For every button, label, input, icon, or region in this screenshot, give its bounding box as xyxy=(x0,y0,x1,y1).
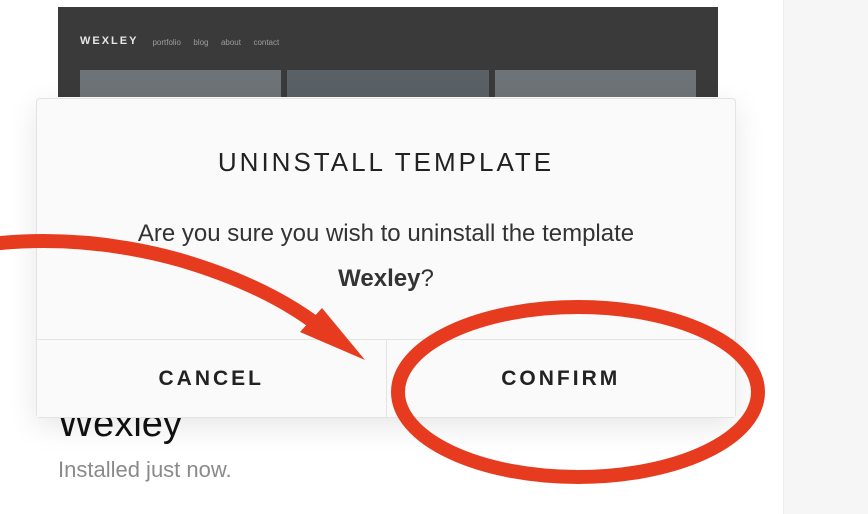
uninstall-dialog: UNINSTALL TEMPLATE Are you sure you wish… xyxy=(36,98,736,418)
dialog-message-suffix: ? xyxy=(420,265,433,292)
dialog-message-prefix: Are you sure you wish to uninstall the t… xyxy=(138,220,634,247)
preview-nav: portfolio blog about contact xyxy=(152,32,287,50)
template-status: Installed just now. xyxy=(58,457,232,483)
dialog-title: UNINSTALL TEMPLATE xyxy=(218,147,554,178)
template-preview-image: WEXLEY portfolio blog about contact xyxy=(58,7,718,97)
dialog-template-name: Wexley xyxy=(338,265,420,292)
dialog-body: UNINSTALL TEMPLATE Are you sure you wish… xyxy=(37,99,735,339)
confirm-button[interactable]: CONFIRM xyxy=(386,340,736,417)
dialog-message: Are you sure you wish to uninstall the t… xyxy=(138,212,634,301)
preview-logo: WEXLEY xyxy=(80,35,138,47)
cancel-button[interactable]: CANCEL xyxy=(37,340,386,417)
dialog-actions: CANCEL CONFIRM xyxy=(37,339,735,417)
